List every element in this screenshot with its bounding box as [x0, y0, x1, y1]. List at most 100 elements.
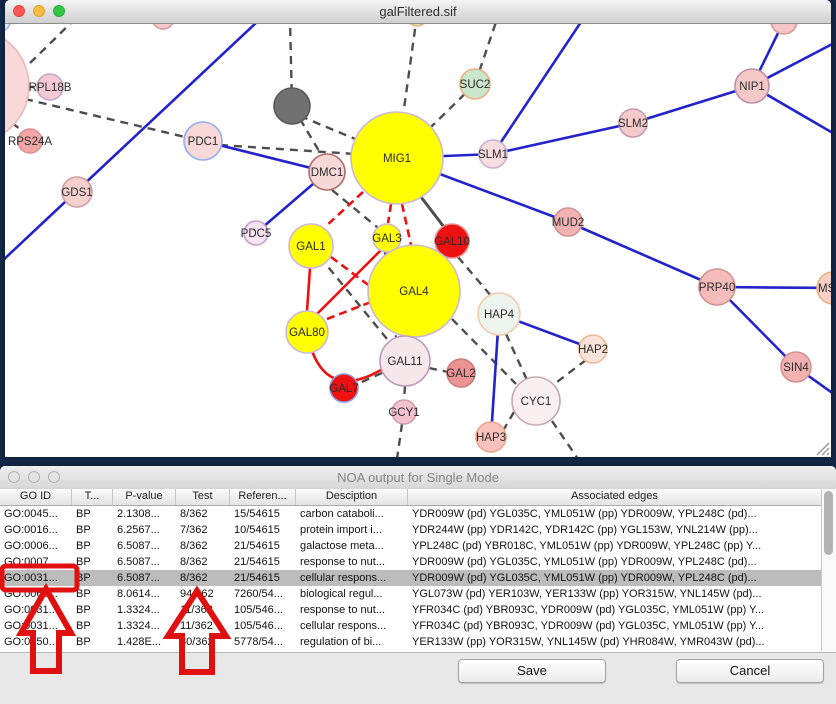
cancel-button[interactable]: Cancel — [676, 659, 824, 683]
noa-window-titlebar[interactable]: NOA output for Single Mode — [0, 466, 836, 490]
graph-edge — [493, 24, 583, 154]
table-row[interactable]: GO:0016...BP6.2567...7/36210/54615protei… — [0, 522, 822, 538]
cell-desciption: cellular respons... — [296, 570, 408, 586]
cell-type: BP — [72, 634, 113, 650]
cell-go_id: GO:0065... — [0, 586, 72, 602]
minimize-button[interactable] — [33, 5, 45, 17]
save-button[interactable]: Save — [458, 659, 606, 683]
cell-associated: YFR034C (pd) YBR093C, YDR009W (pd) YGL03… — [408, 602, 822, 618]
graph-edge — [30, 24, 75, 63]
cell-p_value: 6.2567... — [113, 522, 176, 538]
cell-reference: 10/54615 — [230, 522, 296, 538]
cell-associated: YPL248C (pd) YBR018C, YML051W (pp) YDR00… — [408, 538, 822, 554]
cell-type: BP — [72, 554, 113, 570]
node-label-SUC2: SUC2 — [460, 79, 491, 91]
cell-associated: YFR034C (pd) YBR093C, YDR009W (pd) YGL03… — [408, 618, 822, 634]
resize-grip — [827, 453, 829, 455]
table-row[interactable]: GO:0006...BP6.5087...8/36221/54615galact… — [0, 538, 822, 554]
node-label-HAP3: HAP3 — [476, 432, 506, 444]
graph-edge — [25, 99, 185, 137]
cell-reference: 7260/54... — [230, 586, 296, 602]
cell-go_id: GO:0031... — [0, 570, 72, 586]
cell-p_value: 6.5087... — [113, 554, 176, 570]
graph-edge — [307, 268, 310, 311]
graph-edge — [429, 368, 448, 372]
node-label-SLM1: SLM1 — [478, 149, 508, 161]
cell-reference: 21/54615 — [230, 570, 296, 586]
cell-go_id: GO:0016... — [0, 522, 72, 538]
node-label-MUD2: MUD2 — [552, 217, 585, 229]
node-label-GAL2: GAL2 — [446, 368, 475, 380]
node-top-left-node[interactable] — [5, 24, 10, 31]
cell-desciption: protein import i... — [296, 522, 408, 538]
cell-desciption: galactose meta... — [296, 538, 408, 554]
column-header-p_value[interactable]: P-value — [113, 489, 176, 505]
table-row[interactable]: GO:0045...BP2.1308...8/36215/54615carbon… — [0, 506, 822, 522]
column-header-type[interactable]: T... — [72, 489, 113, 505]
vertical-scrollbar[interactable] — [821, 489, 836, 651]
table-row[interactable]: GO:0031...BP6.5087...8/36221/54615cellul… — [0, 570, 822, 586]
table-row[interactable]: GO:0007...BP6.5087...8/36221/54615respon… — [0, 554, 822, 570]
cell-test: 94/362 — [176, 586, 230, 602]
cell-type: BP — [72, 602, 113, 618]
cell-desciption: response to nut... — [296, 554, 408, 570]
cell-associated: YER133W (pp) YOR315W, YNL145W (pd) YHR08… — [408, 634, 822, 650]
noa-window-title: NOA output for Single Mode — [337, 470, 499, 485]
cell-go_id: GO:0050... — [0, 634, 72, 650]
node-top-right-pink-node[interactable] — [771, 24, 797, 34]
cell-p_value: 1.3324... — [113, 618, 176, 634]
close-button[interactable] — [13, 5, 25, 17]
network-window-titlebar[interactable]: galFiltered.sif — [5, 0, 831, 24]
zoom-button[interactable] — [53, 5, 65, 17]
cell-test: 8/362 — [176, 570, 230, 586]
node-label-GAL1: GAL1 — [296, 241, 325, 253]
column-header-go_id[interactable]: GO ID — [0, 489, 72, 505]
noa-output-window: NOA output for Single Mode GO IDT...P-va… — [0, 466, 836, 704]
column-header-desciption[interactable]: Desciption — [296, 489, 408, 505]
network-canvas[interactable]: RPL18BRPS24AGDS1PDC1MIG1DMC1SUC2SLM1SLM2… — [5, 24, 831, 457]
table-row[interactable]: GO:0050...BP1.428E...80/3625778/54...reg… — [0, 634, 822, 650]
node-label-PDC5: PDC5 — [241, 228, 272, 240]
zoom-button[interactable] — [48, 471, 60, 483]
cell-p_value: 1.3324... — [113, 602, 176, 618]
cell-test: 8/362 — [176, 538, 230, 554]
cell-p_value: 6.5087... — [113, 570, 176, 586]
node-label-PRP40: PRP40 — [699, 282, 735, 294]
cell-associated: YDR244W (pp) YDR142C, YDR142C (pp) YGL15… — [408, 522, 822, 538]
graph-edge — [327, 302, 371, 319]
cell-desciption: carbon cataboli... — [296, 506, 408, 522]
node-top-pink-node[interactable] — [152, 24, 174, 29]
cell-test: 7/362 — [176, 522, 230, 538]
cell-associated: YDR009W (pd) YGL035C, YML051W (pp) YDR00… — [408, 554, 822, 570]
cell-go_id: GO:0007... — [0, 554, 72, 570]
close-button[interactable] — [8, 471, 20, 483]
scrollbar-thumb[interactable] — [824, 491, 833, 555]
cell-reference: 105/546... — [230, 618, 296, 634]
table-row[interactable]: GO:0031...BP1.3324...11/362105/546...cel… — [0, 618, 822, 634]
node-top-green-node[interactable] — [407, 24, 427, 26]
cell-desciption: cellular respons... — [296, 618, 408, 634]
node-label-PDC1: PDC1 — [188, 136, 219, 148]
column-header-reference[interactable]: Referen... — [230, 489, 296, 505]
minimize-button[interactable] — [28, 471, 40, 483]
graph-edge — [568, 222, 717, 287]
network-window-title: galFiltered.sif — [379, 4, 456, 19]
cell-test: 8/362 — [176, 554, 230, 570]
graph-edge — [404, 386, 405, 401]
graph-edge — [331, 257, 371, 287]
graph-edge — [504, 412, 514, 429]
cell-p_value: 8.0614... — [113, 586, 176, 602]
cell-desciption: response to nut... — [296, 602, 408, 618]
cell-reference: 15/54615 — [230, 506, 296, 522]
graph-edge — [421, 197, 444, 227]
cell-test: 11/362 — [176, 602, 230, 618]
node-label-RPS24A: RPS24A — [8, 136, 52, 148]
node-label-GAL7: GAL7 — [329, 383, 358, 395]
cell-go_id: GO:0031... — [0, 602, 72, 618]
table-row[interactable]: GO:0065...BP8.0614...94/3627260/54...bio… — [0, 586, 822, 602]
table-row[interactable]: GO:0031...BP1.3324...11/362105/546...res… — [0, 602, 822, 618]
go-results-table: GO IDT...P-valueTestReferen...Desciption… — [0, 489, 836, 653]
node-unnamed-gray[interactable] — [274, 88, 310, 124]
column-header-associated[interactable]: Associated edges — [408, 489, 822, 505]
column-header-test[interactable]: Test — [176, 489, 230, 505]
